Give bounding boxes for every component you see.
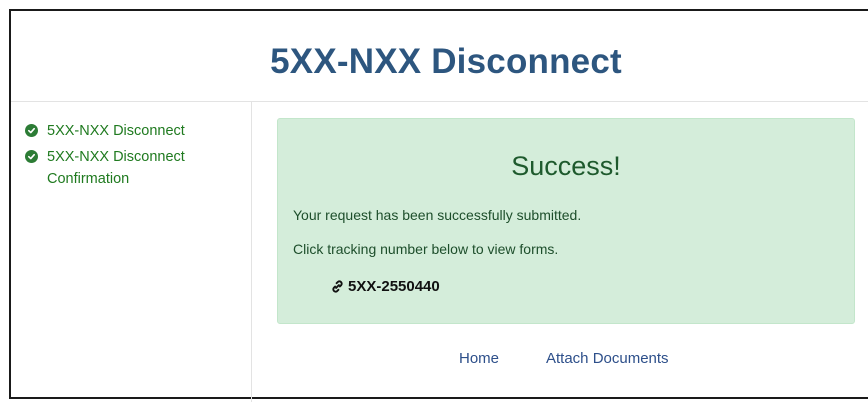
success-alert: Success! Your request has been successfu… bbox=[277, 118, 855, 324]
page-header: 5XX-NXX Disconnect bbox=[11, 11, 868, 102]
check-circle-icon bbox=[25, 150, 38, 163]
alert-title: Success! bbox=[511, 151, 621, 181]
alert-instruction: Click tracking number below to view form… bbox=[293, 241, 559, 257]
tracking-number: 5XX-2550440 bbox=[348, 278, 440, 295]
sidebar-item-disconnect[interactable]: 5XX-NXX Disconnect bbox=[25, 120, 217, 142]
sidebar-item-label: 5XX-NXX Disconnect bbox=[47, 123, 185, 139]
sidebar-item-label: 5XX-NXX Disconnect Confirmation bbox=[47, 149, 185, 187]
home-link[interactable]: Home bbox=[459, 350, 499, 367]
sidebar-item-confirmation[interactable]: 5XX-NXX Disconnect Confirmation bbox=[25, 146, 217, 190]
sidebar: 5XX-NXX Disconnect 5XX-NXX Disconnect Co… bbox=[11, 102, 252, 402]
app-frame: 5XX-NXX Disconnect 5XX-NXX Disconnect 5X… bbox=[9, 9, 868, 402]
tracking-number-link[interactable]: 5XX-2550440 bbox=[330, 278, 440, 295]
alert-message: Your request has been successfully submi… bbox=[293, 207, 582, 223]
attach-documents-link[interactable]: Attach Documents bbox=[546, 350, 669, 367]
link-icon bbox=[332, 280, 343, 293]
check-circle-icon bbox=[25, 124, 38, 137]
page-title: 5XX-NXX Disconnect bbox=[270, 42, 622, 81]
